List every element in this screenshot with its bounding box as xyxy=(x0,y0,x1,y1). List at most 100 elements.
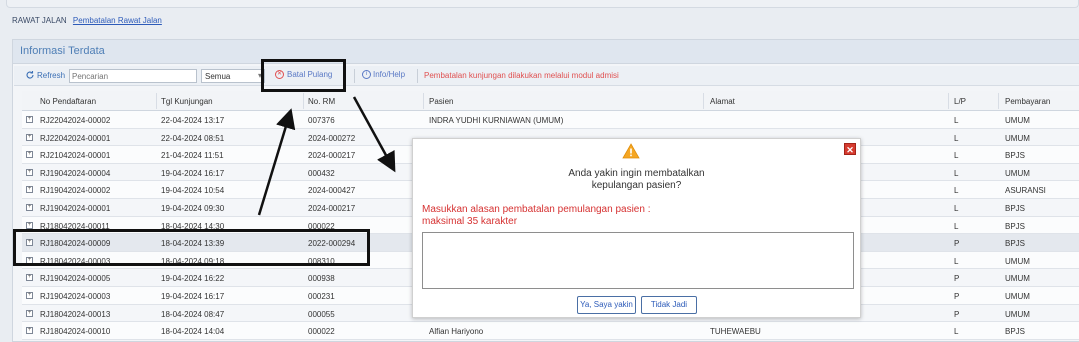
cell-pembayaran: ASURANSI xyxy=(1005,186,1046,196)
cell-no-rm: 2024-000217 xyxy=(308,151,356,161)
cell-lp: L xyxy=(954,256,959,266)
cell-tgl-kunjungan: 22-04-2024 13:17 xyxy=(161,116,225,125)
cell-lp: L xyxy=(954,168,959,178)
close-icon[interactable]: ✕ xyxy=(844,143,856,155)
dialog-instruction: Masukkan alasan pembatalan pemulangan pa… xyxy=(422,204,722,228)
cell-pembayaran: UMUM xyxy=(1005,291,1030,301)
cell-pembayaran: BPJS xyxy=(1005,221,1026,231)
dialog-instruction-line2: maksimal 35 karakter xyxy=(422,216,518,227)
breadcrumb: RAWAT JALAN Pembatalan Rawat Jalan xyxy=(12,16,162,25)
cancel-button[interactable]: Tidak Jadi xyxy=(641,296,697,314)
cell-pembayaran: UMUM xyxy=(1005,274,1030,284)
col-alamat[interactable]: Alamat xyxy=(710,97,735,106)
expand-icon[interactable]: + xyxy=(26,327,33,335)
cell-pembayaran: UMUM xyxy=(1005,309,1030,319)
cell-tgl-kunjungan: 19-04-2024 16:17 xyxy=(161,291,225,301)
cell-no-pendaftaran: RJ18042024-00013 xyxy=(40,309,111,319)
expand-icon[interactable]: + xyxy=(26,186,33,194)
cell-no-rm: 000231 xyxy=(308,291,335,301)
cell-lp: P xyxy=(954,291,960,301)
expand-icon[interactable]: + xyxy=(26,309,33,317)
expand-icon[interactable]: + xyxy=(26,116,33,123)
refresh-icon xyxy=(26,71,34,79)
highlight-box-batal xyxy=(261,59,346,92)
col-tgl-kunjungan[interactable]: Tgl Kunjungan xyxy=(161,97,213,106)
cell-pembayaran: UMUM xyxy=(1005,116,1030,125)
cell-pembayaran: BPJS xyxy=(1005,151,1026,161)
breadcrumb-root[interactable]: RAWAT JALAN xyxy=(12,16,67,25)
cell-pasien: INDRA YUDHI KURNIAWAN (UMUM) xyxy=(429,116,564,125)
breadcrumb-current[interactable]: Pembatalan Rawat Jalan xyxy=(73,16,162,25)
column-divider xyxy=(948,93,949,109)
col-no-pendaftaran[interactable]: No Pendaftaran xyxy=(40,97,96,106)
refresh-label: Refresh xyxy=(37,70,66,80)
cell-no-pendaftaran: RJ18042024-00010 xyxy=(40,327,111,337)
expand-icon[interactable]: + xyxy=(26,168,33,176)
toolbar-divider xyxy=(417,69,418,83)
toolbar-note: Pembatalan kunjungan dilakukan melalui m… xyxy=(424,71,619,80)
cell-no-rm: 007376 xyxy=(308,116,335,125)
info-help-button[interactable]: i Info/Help xyxy=(362,70,405,79)
cell-tgl-kunjungan: 19-04-2024 16:22 xyxy=(161,274,225,284)
confirm-button[interactable]: Ya, Saya yakin xyxy=(577,296,636,314)
cell-lp: L xyxy=(954,151,959,161)
cell-no-pendaftaran: RJ22042024-00002 xyxy=(40,116,111,125)
cell-no-rm: 000432 xyxy=(308,168,335,178)
cell-tgl-kunjungan: 19-04-2024 10:54 xyxy=(161,186,225,196)
cell-tgl-kunjungan: 18-04-2024 08:47 xyxy=(161,309,225,319)
table-row[interactable]: + RJ18042024-00010 18-04-2024 14:04 000022 A… xyxy=(22,322,1079,340)
cell-lp: P xyxy=(954,239,960,249)
col-no-rm[interactable]: No. RM xyxy=(308,97,335,106)
filter-select[interactable]: Semua ▾ xyxy=(201,69,265,83)
expand-icon[interactable]: + xyxy=(26,151,33,159)
cell-no-rm: 000055 xyxy=(308,309,335,319)
cell-pembayaran: UMUM xyxy=(1005,133,1030,143)
cell-lp: L xyxy=(954,133,959,143)
column-divider xyxy=(303,93,304,109)
col-pasien[interactable]: Pasien xyxy=(429,97,453,106)
panel-title: Informasi Terdata xyxy=(13,40,1079,64)
search-input[interactable] xyxy=(69,69,197,83)
table-row[interactable]: + RJ22042024-00002 22-04-2024 13:17 007376 I… xyxy=(22,111,1079,129)
dialog-instruction-line1: Masukkan alasan pembatalan pemulangan pa… xyxy=(422,204,651,215)
cell-lp: P xyxy=(954,309,960,319)
expand-icon[interactable]: + xyxy=(26,274,33,282)
info-icon: i xyxy=(362,70,371,79)
cell-no-pendaftaran: RJ19042024-00005 xyxy=(40,274,111,284)
top-strip xyxy=(6,0,1079,8)
col-lp[interactable]: L/P xyxy=(954,97,966,106)
expand-icon[interactable]: + xyxy=(26,203,33,211)
cell-pasien: Alfian Hariyono xyxy=(429,327,484,337)
column-divider xyxy=(703,93,704,109)
dialog-question: Anda yakin ingin membatalkan kepulangan … xyxy=(413,168,860,192)
expand-icon[interactable]: + xyxy=(26,291,33,299)
reason-textarea[interactable] xyxy=(422,232,854,289)
cell-no-rm: 000022 xyxy=(308,327,335,337)
cell-no-pendaftaran: RJ19042024-00003 xyxy=(40,291,111,301)
expand-icon[interactable]: + xyxy=(26,221,33,229)
column-divider xyxy=(156,93,157,109)
info-help-label: Info/Help xyxy=(373,70,406,79)
table-header: No Pendaftaran Tgl Kunjungan No. RM Pasi… xyxy=(22,91,1079,111)
refresh-button[interactable]: Refresh xyxy=(25,70,65,80)
cell-tgl-kunjungan: 19-04-2024 09:30 xyxy=(161,203,225,213)
cell-no-rm: 2024-000427 xyxy=(308,186,356,196)
filter-value: Semua xyxy=(205,72,231,81)
warning-icon xyxy=(622,143,640,159)
cell-pembayaran: BPJS xyxy=(1005,239,1026,249)
dialog-question-line1: Anda yakin ingin membatalkan xyxy=(568,168,705,179)
cell-tgl-kunjungan: 22-04-2024 08:51 xyxy=(161,133,225,143)
cell-pembayaran: BPJS xyxy=(1005,203,1026,213)
column-divider xyxy=(423,93,424,109)
expand-icon[interactable]: + xyxy=(26,133,33,141)
cell-no-pendaftaran: RJ21042024-00001 xyxy=(40,151,111,161)
cell-no-rm: 2024-000272 xyxy=(308,133,356,143)
toolbar-divider xyxy=(354,69,355,83)
cell-lp: L xyxy=(954,186,959,196)
cell-lp: L xyxy=(954,203,959,213)
dialog-question-line2: kepulangan pasien? xyxy=(591,180,682,191)
cell-no-pendaftaran: RJ22042024-00001 xyxy=(40,133,111,143)
cell-tgl-kunjungan: 21-04-2024 11:51 xyxy=(161,151,224,161)
col-pembayaran[interactable]: Pembayaran xyxy=(1005,97,1050,106)
confirm-dialog: ✕ Anda yakin ingin membatalkan kepulanga… xyxy=(412,138,861,318)
